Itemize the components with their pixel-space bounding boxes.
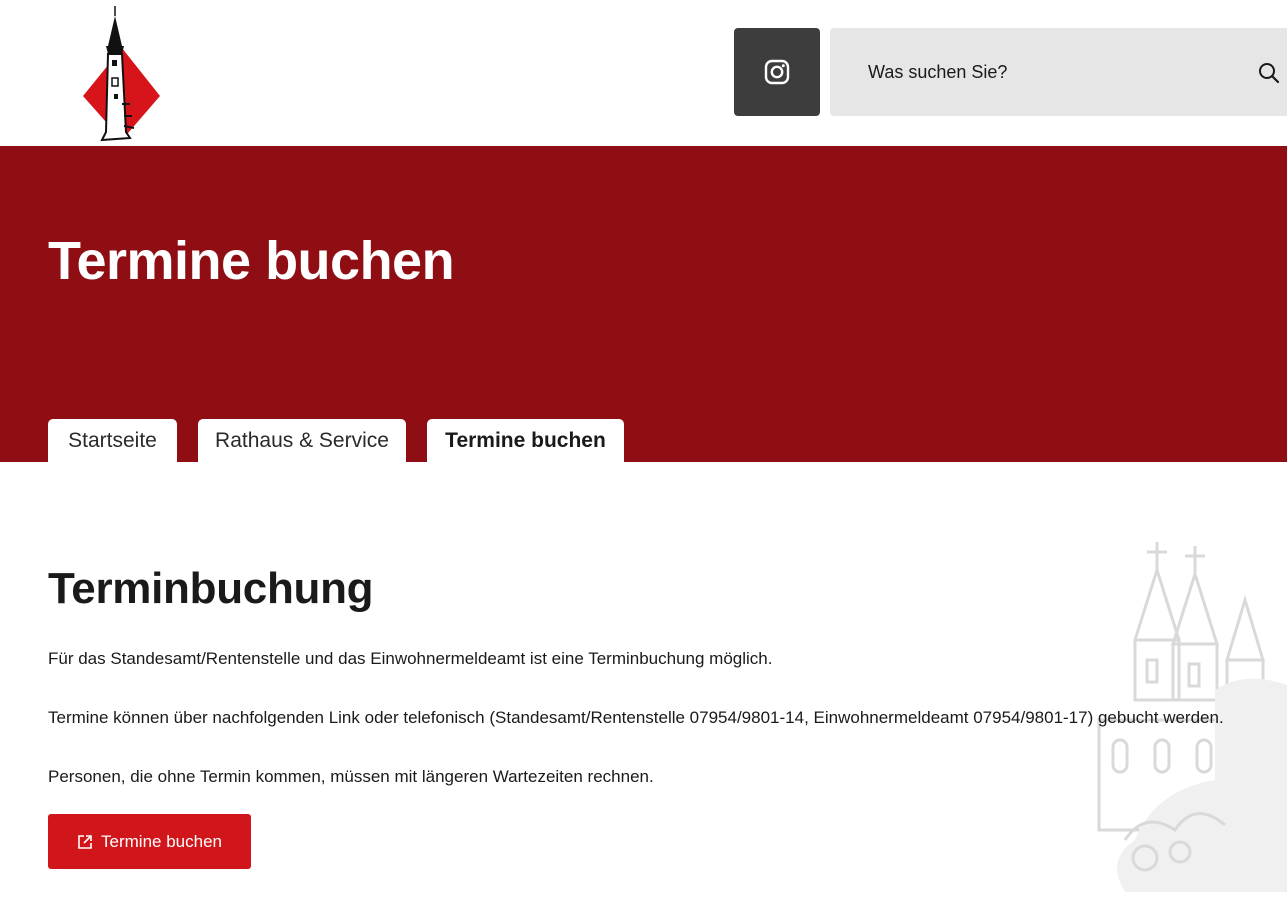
paragraph-intro: Für das Standesamt/Rentenstelle und das … <box>48 649 773 668</box>
breadcrumb-item-label: Termine buchen <box>445 428 606 452</box>
instagram-icon <box>764 59 790 85</box>
church-tower-logo[interactable] <box>80 4 164 144</box>
book-appointment-button[interactable]: Termine buchen <box>48 814 251 869</box>
paragraph-waiting: Personen, die ohne Termin kommen, müssen… <box>48 767 654 786</box>
page-hero: Termine buchen Startseite Rathaus & Serv… <box>0 146 1287 462</box>
instagram-button[interactable] <box>734 28 820 116</box>
breadcrumb-item-termine-buchen[interactable]: Termine buchen <box>427 419 624 462</box>
breadcrumb-item-label: Startseite <box>68 428 157 452</box>
breadcrumb-item-rathaus-service[interactable]: Rathaus & Service <box>198 419 406 462</box>
book-appointment-label: Termine buchen <box>101 831 222 851</box>
search-box <box>830 28 1287 116</box>
site-header <box>0 0 1287 146</box>
breadcrumb-item-label: Rathaus & Service <box>215 428 389 452</box>
search-input[interactable] <box>868 58 1208 86</box>
paragraph-contact: Termine können über nachfolgenden Link o… <box>48 708 1224 727</box>
search-icon[interactable] <box>1258 62 1280 84</box>
page-title: Termine buchen <box>48 231 455 291</box>
section-title: Terminbuchung <box>48 564 374 613</box>
external-link-icon <box>78 834 92 849</box>
breadcrumb-item-startseite[interactable]: Startseite <box>48 419 177 462</box>
